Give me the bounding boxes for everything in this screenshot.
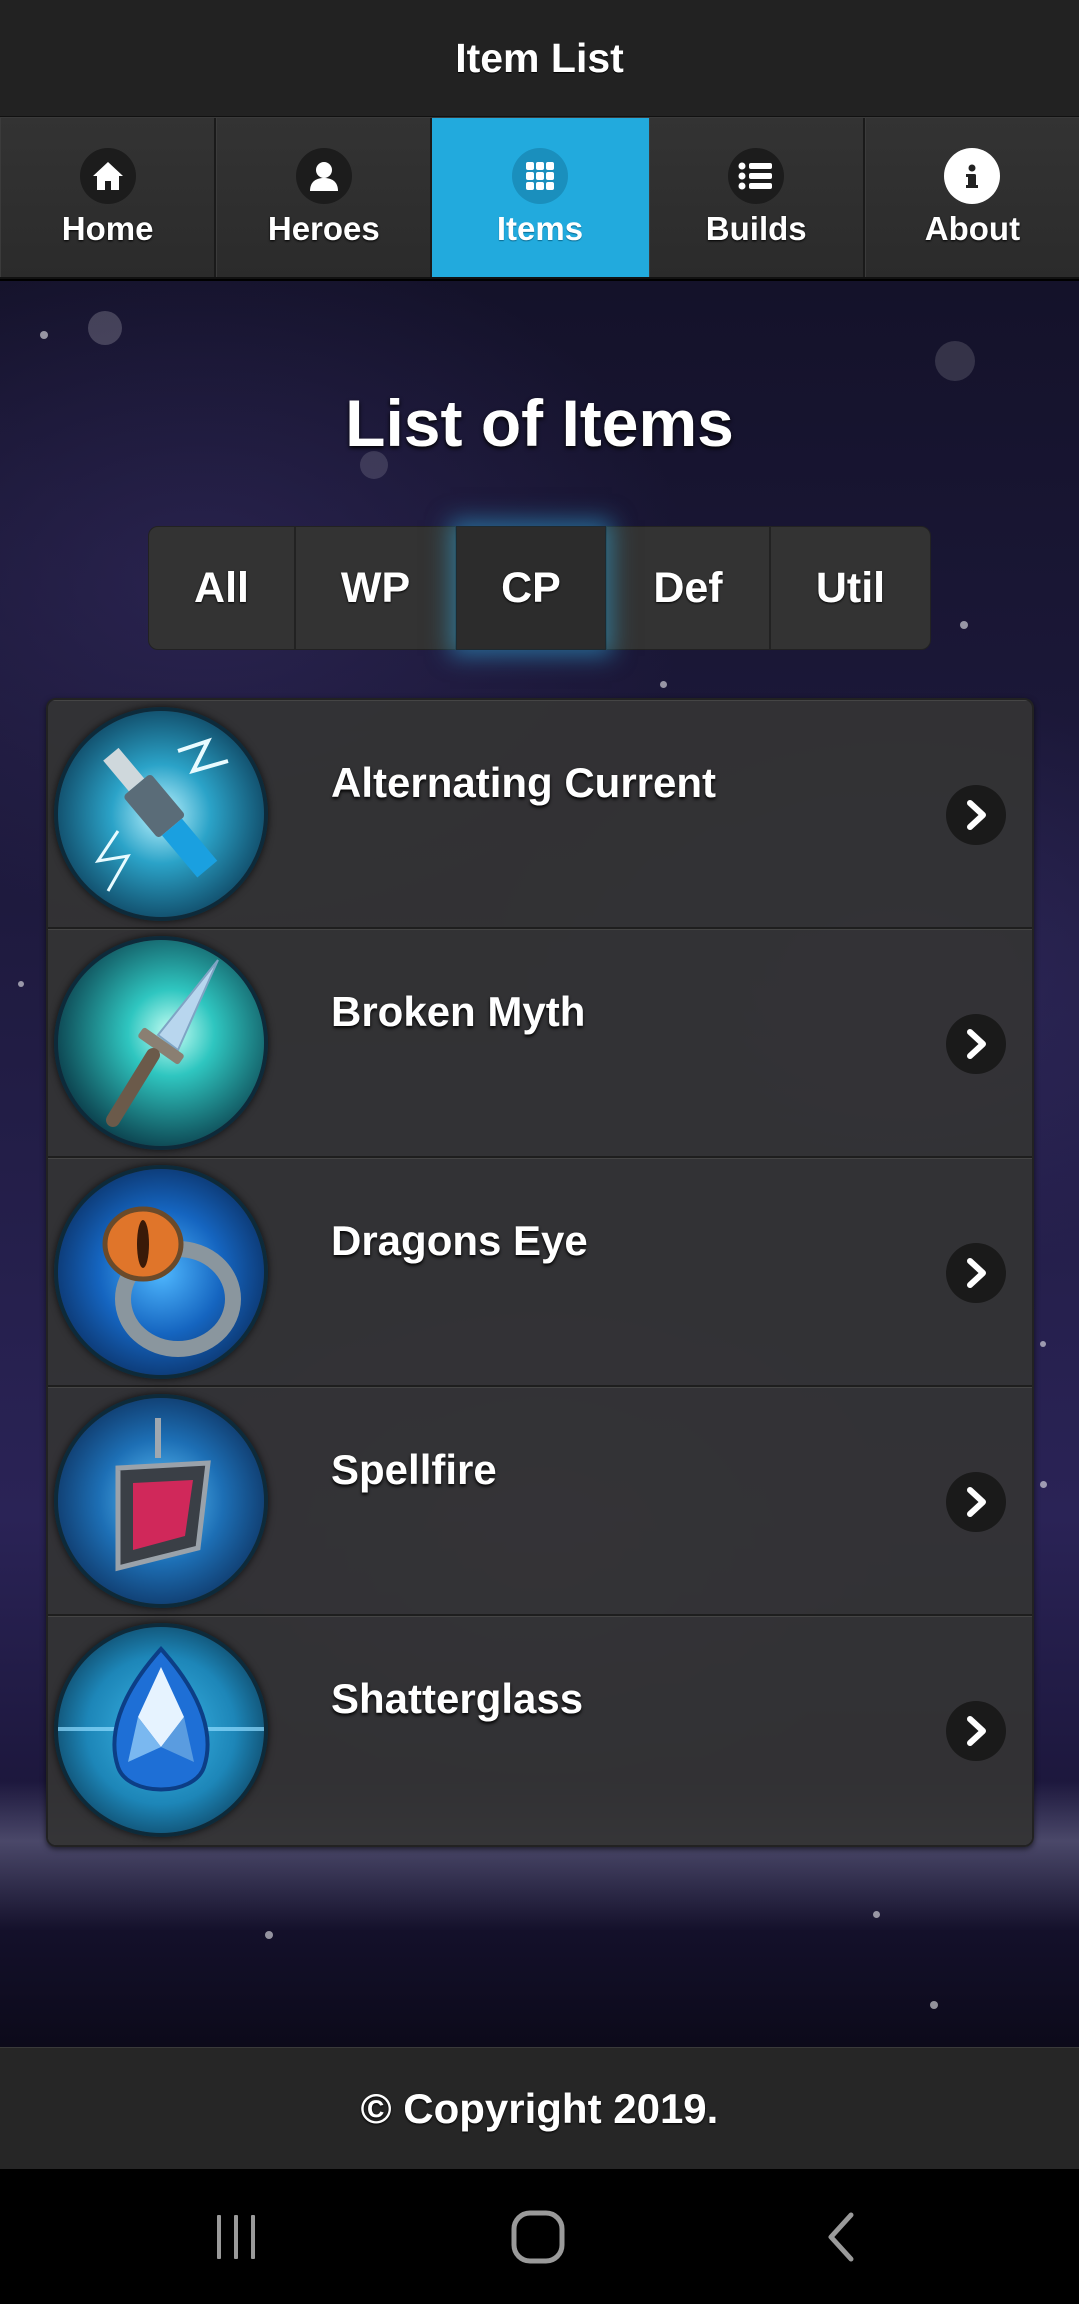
chevron-right-icon	[946, 1014, 1006, 1074]
nav-builds[interactable]: Builds	[648, 118, 865, 277]
filter-wp-button[interactable]: WP	[295, 526, 456, 650]
list-item[interactable]: Spellfire	[48, 1387, 1032, 1616]
filter-all-button[interactable]: All	[148, 526, 295, 650]
back-icon[interactable]	[791, 2189, 891, 2285]
chevron-right-icon	[946, 1243, 1006, 1303]
nav-heroes-label: Heroes	[267, 209, 380, 247]
filter-group: All WP CP Def Util	[148, 526, 931, 650]
filter-def-button[interactable]: Def	[606, 526, 770, 650]
item-name: Dragons Eye	[331, 1217, 588, 1264]
dagger-icon	[54, 936, 268, 1150]
list-item[interactable]: Dragons Eye	[48, 1158, 1032, 1387]
chevron-right-icon	[946, 1472, 1006, 1532]
chevron-right-icon	[946, 785, 1006, 845]
info-icon	[944, 147, 1001, 204]
grid-icon	[512, 147, 568, 204]
main-navbar: Home Heroes Items Builds About	[0, 117, 1079, 279]
list-icon	[728, 147, 785, 204]
nav-items[interactable]: Items	[432, 118, 649, 277]
nav-home[interactable]: Home	[0, 118, 217, 277]
item-name: Broken Myth	[331, 988, 586, 1035]
home-icon	[79, 147, 136, 204]
list-title: List of Items	[345, 386, 734, 460]
amulet-icon	[54, 1394, 268, 1608]
filter-util-button[interactable]: Util	[770, 526, 931, 650]
app-header: Item List	[0, 0, 1079, 117]
recent-apps-icon[interactable]	[186, 2189, 286, 2285]
spark-plug-icon	[54, 707, 268, 921]
nav-heroes[interactable]: Heroes	[216, 118, 433, 277]
app-footer: © Copyright 2019.	[0, 2047, 1079, 2169]
filter-cp-button[interactable]: CP	[456, 526, 606, 650]
list-item[interactable]: Alternating Current	[48, 700, 1032, 929]
ring-icon	[54, 1165, 268, 1379]
chevron-right-icon	[946, 1701, 1006, 1761]
crystal-icon	[54, 1623, 268, 1837]
item-name: Alternating Current	[331, 759, 717, 806]
nav-about[interactable]: About	[864, 118, 1079, 277]
item-name: Spellfire	[331, 1446, 497, 1493]
nav-items-label: Items	[496, 209, 584, 247]
home-circle-icon[interactable]	[488, 2189, 588, 2285]
user-icon	[295, 147, 352, 204]
nav-about-label: About	[924, 209, 1021, 247]
page-header-title: Item List	[455, 34, 624, 81]
list-item[interactable]: Broken Myth	[48, 929, 1032, 1158]
nav-builds-label: Builds	[705, 209, 807, 247]
system-nav-bar	[0, 2169, 1079, 2304]
copyright-text: © Copyright 2019.	[360, 2084, 719, 2132]
item-name: Shatterglass	[331, 1675, 584, 1722]
list-item[interactable]: Shatterglass	[48, 1616, 1032, 1845]
nav-home-label: Home	[61, 209, 154, 247]
item-list: Alternating Current Broken Myth Dragons …	[46, 698, 1034, 1847]
